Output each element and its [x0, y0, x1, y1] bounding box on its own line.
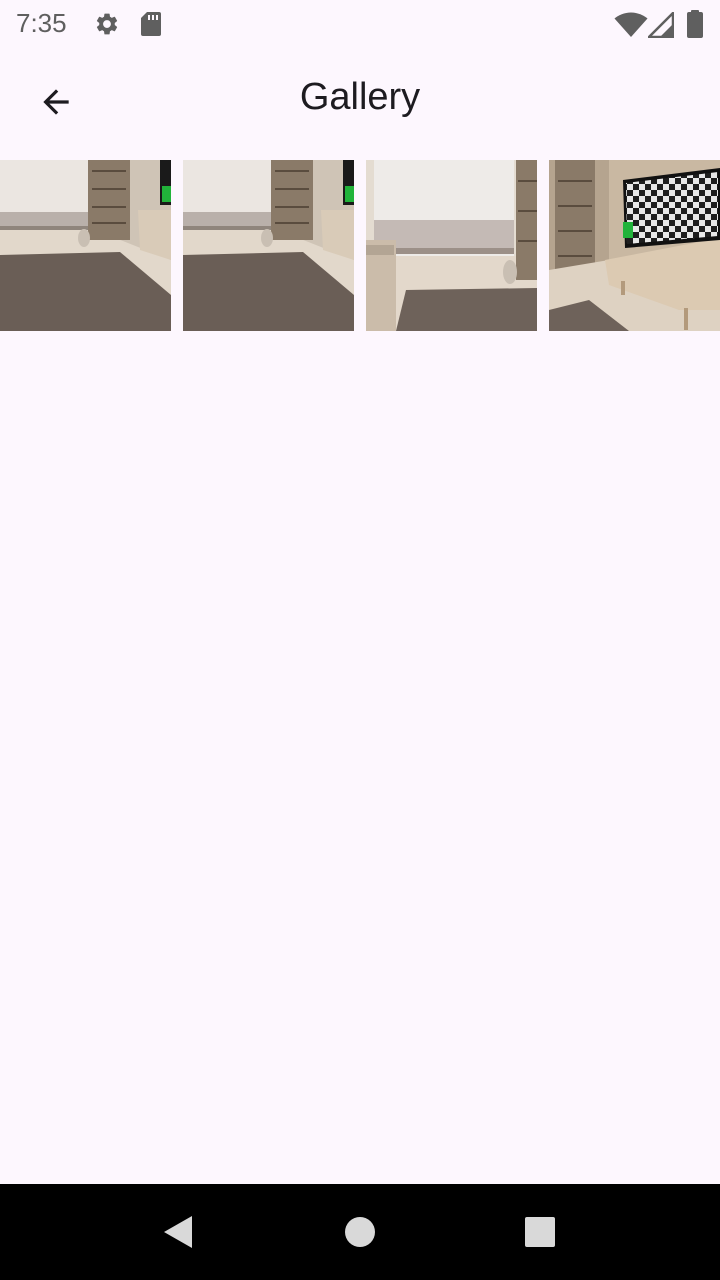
signal-icon [648, 12, 674, 38]
gallery-screen: 7:35 Gallery [0, 0, 720, 1280]
nav-home-button[interactable] [330, 1202, 390, 1262]
status-bar: 7:35 [0, 0, 720, 50]
room-photo [549, 160, 720, 331]
room-photo [0, 160, 171, 331]
sd-card-icon [141, 12, 161, 36]
back-triangle-icon [164, 1216, 192, 1248]
system-nav-bar [0, 1184, 720, 1280]
status-time: 7:35 [16, 8, 67, 38]
battery-icon [687, 10, 703, 38]
wifi-icon [614, 12, 648, 37]
gallery-thumbnail[interactable] [549, 160, 720, 331]
gallery-thumbnail[interactable] [366, 160, 537, 331]
recents-square-icon [525, 1217, 555, 1247]
gear-icon [96, 13, 118, 35]
gallery-grid [0, 160, 720, 331]
room-photo [366, 160, 537, 331]
page-title: Gallery [299, 76, 421, 118]
nav-recents-button[interactable] [510, 1202, 570, 1262]
room-photo [183, 160, 354, 331]
nav-back-button[interactable] [148, 1202, 208, 1262]
gallery-thumbnail[interactable] [183, 160, 354, 331]
gallery-thumbnail[interactable] [0, 160, 171, 331]
home-circle-icon [345, 1217, 375, 1247]
top-app-bar: Gallery [0, 50, 720, 154]
